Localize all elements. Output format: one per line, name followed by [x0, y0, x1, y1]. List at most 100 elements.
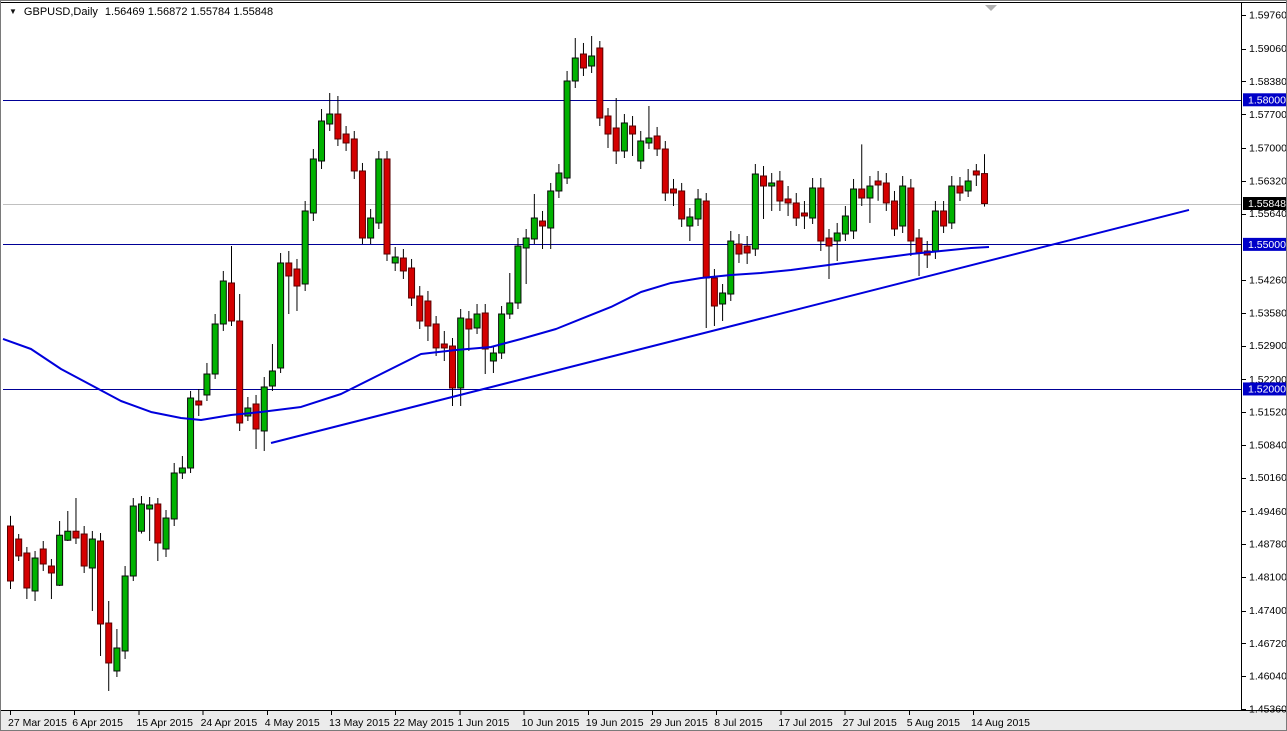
- y-axis-label: 1.59760: [1249, 9, 1287, 21]
- candle-body-bull: [278, 263, 284, 368]
- x-axis-label: 5 Aug 2015: [907, 717, 960, 729]
- price-tag-1.55000: 1.55000: [1243, 238, 1287, 251]
- candle-body-bear: [237, 321, 243, 423]
- candle: [302, 201, 308, 291]
- x-axis-label: 19 Jun 2015: [586, 717, 644, 729]
- candle-body-bull: [842, 216, 848, 234]
- candle-body-bear: [81, 534, 87, 566]
- candle-body-bear: [466, 319, 472, 329]
- candle-body-bull: [57, 535, 63, 585]
- candle-body-bull: [319, 121, 325, 161]
- y-axis-label: 1.47400: [1249, 605, 1287, 617]
- candle: [130, 498, 136, 581]
- price-tag-label: 1.52000: [1248, 383, 1286, 395]
- candle-body-bull: [810, 188, 816, 218]
- candle-body-bear: [335, 114, 341, 139]
- candle-body-bear: [703, 201, 709, 278]
- y-axis-label: 1.50160: [1249, 472, 1287, 484]
- candle-body-bull: [687, 217, 693, 226]
- candle-body-bear: [8, 526, 14, 581]
- candle: [278, 253, 284, 373]
- candle-body-bull: [490, 353, 496, 361]
- candle-body-bear: [662, 149, 668, 193]
- candle-body-bear: [654, 136, 660, 149]
- candle-body-bull: [89, 539, 95, 568]
- candle-body-bear: [106, 623, 112, 663]
- candle-body-bull: [458, 318, 464, 388]
- symbol-dropdown-icon[interactable]: ▼: [9, 8, 17, 16]
- candle: [310, 149, 316, 221]
- legend-symbol: GBPUSD,Daily: [24, 6, 98, 18]
- candle-body-bull: [932, 211, 938, 251]
- chart-background: [1, 1, 1287, 731]
- candle-body-bear: [597, 48, 603, 118]
- candle-body-bear: [818, 188, 824, 241]
- candle-body-bull: [515, 246, 521, 303]
- candle-body-bull: [65, 531, 71, 540]
- candle-body-bull: [392, 257, 398, 263]
- candle-body-bull: [245, 408, 251, 416]
- candle-body-bull: [499, 314, 505, 353]
- candle-body-bear: [343, 134, 349, 143]
- x-axis-label: 27 Mar 2015: [8, 717, 67, 729]
- candle-body-bull: [556, 173, 562, 191]
- candle-body-bear: [793, 203, 799, 218]
- candle: [212, 314, 218, 379]
- y-axis-label: 1.46720: [1249, 638, 1287, 650]
- x-axis-label: 13 May 2015: [329, 717, 390, 729]
- x-axis-label: 29 Jun 2015: [650, 717, 708, 729]
- x-axis-label: 6 Apr 2015: [72, 717, 123, 729]
- y-axis-label: 1.49460: [1249, 506, 1287, 518]
- candle-body-bear: [736, 244, 742, 254]
- candle-body-bull: [851, 189, 857, 231]
- candle-body-bear: [24, 553, 30, 588]
- candle: [8, 516, 14, 589]
- candle: [188, 391, 194, 473]
- candle-body-bull: [32, 558, 38, 591]
- candle-body-bull: [310, 159, 316, 213]
- candle: [564, 71, 570, 184]
- candle-body-bear: [441, 344, 447, 348]
- candle-body-bear: [16, 539, 22, 556]
- candle-body-bull: [212, 324, 218, 374]
- candle-body-bear: [449, 346, 455, 388]
- x-axis-label: 14 Aug 2015: [971, 717, 1030, 729]
- price-chart-canvas[interactable]: 1.597601.590601.583801.577001.570001.563…: [1, 1, 1287, 731]
- x-axis-label: 27 Jul 2015: [843, 717, 897, 729]
- candle-body-bear: [409, 268, 415, 298]
- x-axis-label: 24 Apr 2015: [201, 717, 258, 729]
- candle: [499, 306, 505, 359]
- candle-body-bull: [949, 186, 955, 223]
- candle-body-bull: [564, 81, 570, 178]
- candle: [752, 164, 758, 256]
- candle-body-bear: [630, 126, 636, 134]
- candle-body-bear: [228, 283, 234, 321]
- candle: [384, 151, 390, 261]
- candle-body-bear: [711, 278, 717, 306]
- candle-body-bear: [826, 238, 832, 246]
- candle-body-bear: [48, 566, 54, 573]
- candle-body-bull: [572, 58, 578, 81]
- candle-body-bull: [621, 123, 627, 151]
- candle-body-bear: [73, 531, 79, 538]
- candle-body-bull: [867, 186, 873, 198]
- candle-body-bull: [163, 518, 169, 549]
- y-axis-label: 1.46040: [1249, 671, 1287, 683]
- candle-body-bull: [204, 374, 210, 395]
- candle-body-bull: [220, 281, 226, 324]
- candle-body-bear: [801, 213, 807, 216]
- candle-body-bull: [523, 238, 529, 248]
- price-tag-label: 1.55848: [1248, 198, 1286, 210]
- candle-body-bear: [744, 246, 750, 253]
- candle-body-bull: [302, 211, 308, 284]
- candle-body-bull: [171, 473, 177, 519]
- candle: [376, 151, 382, 229]
- candle-body-bear: [859, 189, 865, 198]
- y-axis-label: 1.59060: [1249, 43, 1287, 55]
- x-axis-label: 10 Jun 2015: [522, 717, 580, 729]
- candle-body-bull: [122, 576, 128, 651]
- candle-body-bear: [294, 269, 300, 286]
- candle-body-bull: [900, 186, 906, 226]
- candle-body-bear: [359, 171, 365, 238]
- candle-body-bear: [785, 199, 791, 203]
